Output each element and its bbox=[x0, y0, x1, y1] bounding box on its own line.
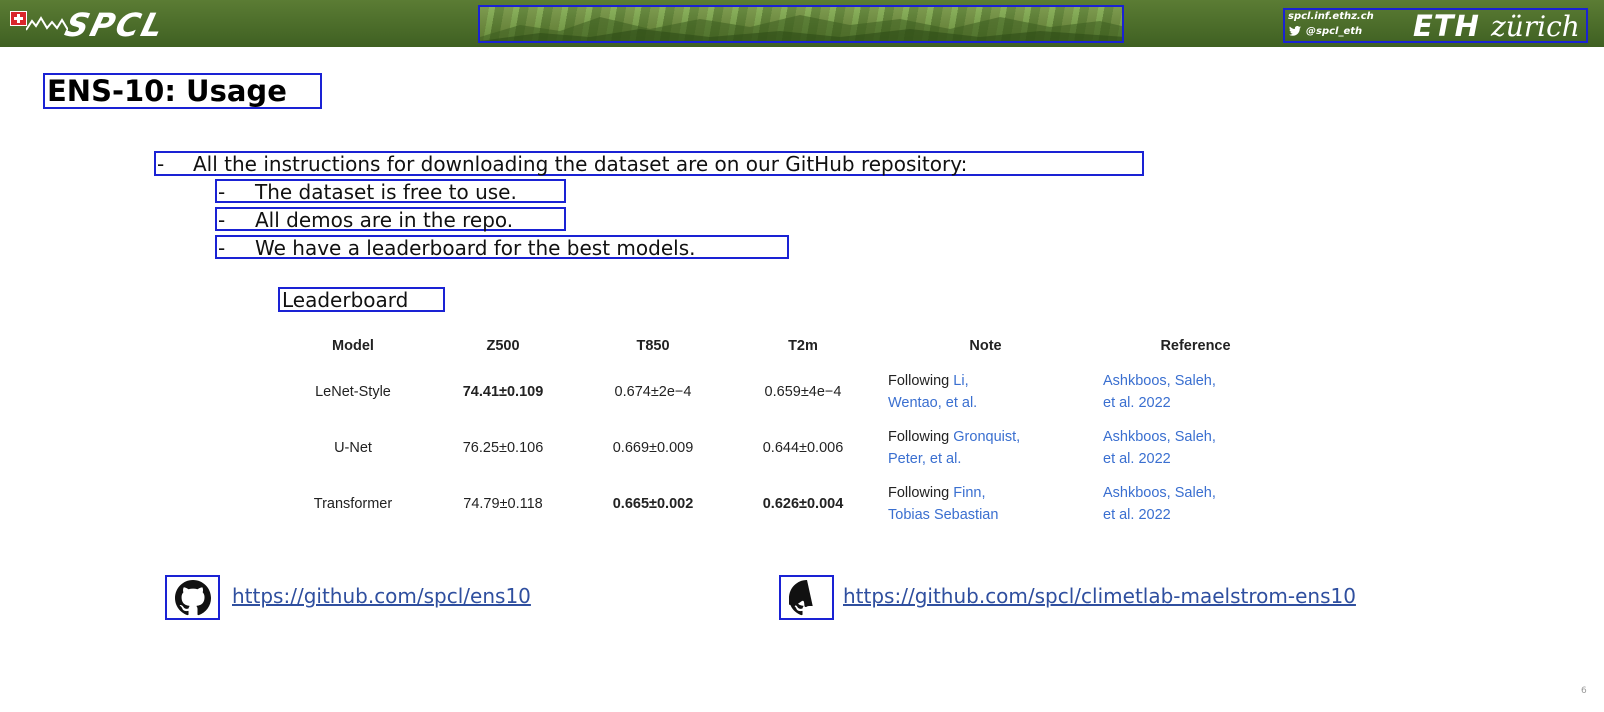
table-row: U-Net 76.25±0.106 0.669±0.009 0.644±0.00… bbox=[278, 420, 1298, 476]
model-cell: Transformer bbox=[313, 496, 393, 512]
reference-line2[interactable]: et al. 2022 bbox=[1103, 507, 1171, 523]
bullet-dash: - bbox=[218, 208, 226, 232]
note-link-line2[interactable]: Wentao, et al. bbox=[888, 395, 977, 411]
github-link-climetlab[interactable]: https://github.com/spcl/climetlab-maelst… bbox=[843, 584, 1356, 608]
note-link[interactable]: Li, bbox=[953, 373, 968, 389]
bullet-free-to-use: - The dataset is free to use. bbox=[215, 179, 566, 203]
leaderboard-table-container: Model Z500 T850 T2m Note Reference LeNet… bbox=[278, 328, 1458, 544]
bullet-dash: - bbox=[218, 236, 226, 260]
leaderboard-table: Model Z500 T850 T2m Note Reference LeNet… bbox=[278, 328, 1298, 532]
bullet-leaderboard: - We have a leaderboard for the best mod… bbox=[215, 235, 789, 259]
t2m-cell: 0.626±0.004 bbox=[762, 496, 844, 512]
swiss-flag-icon bbox=[10, 11, 27, 26]
note-prefix: Following bbox=[888, 373, 954, 389]
bullet-text: All demos are in the repo. bbox=[255, 208, 514, 232]
page-title: ENS-10: Usage bbox=[43, 73, 322, 109]
twitter-icon bbox=[1289, 26, 1301, 36]
reference-line1[interactable]: Ashkboos, Saleh, bbox=[1103, 373, 1216, 389]
z500-cell: 74.79±0.118 bbox=[463, 496, 543, 512]
column-header: Model bbox=[332, 338, 374, 354]
note-link-line2[interactable]: Peter, et al. bbox=[888, 451, 961, 467]
note-link[interactable]: Finn, bbox=[953, 485, 985, 501]
spcl-wordmark: SPCL bbox=[61, 6, 170, 44]
column-header: T2m bbox=[788, 338, 818, 354]
column-header: T850 bbox=[636, 338, 670, 354]
note-link-line2[interactable]: Tobias Sebastian bbox=[888, 507, 998, 523]
note-cell: Following Finn, Tobias Sebastian bbox=[878, 476, 1093, 532]
bullet-demos: - All demos are in the repo. bbox=[215, 207, 566, 231]
page-number: 6 bbox=[1581, 686, 1587, 696]
z500-cell: 76.25±0.106 bbox=[462, 440, 544, 456]
bullet-text: The dataset is free to use. bbox=[255, 180, 517, 204]
reference-cell[interactable]: Ashkboos, Saleh, et al. 2022 bbox=[1093, 364, 1298, 420]
bullet-dash: - bbox=[157, 152, 165, 176]
table-row: Transformer 74.79±0.118 0.665±0.002 0.62… bbox=[278, 476, 1298, 532]
z500-cell: 74.41±0.109 bbox=[462, 384, 544, 400]
eth-wordmark: ETH bbox=[1413, 9, 1480, 43]
mountains-icon bbox=[26, 16, 68, 31]
note-cell: Following Li, Wentao, et al. bbox=[878, 364, 1093, 420]
t850-cell: 0.669±0.009 bbox=[612, 440, 694, 456]
github-link-ens10[interactable]: https://github.com/spcl/ens10 bbox=[232, 584, 531, 608]
note-prefix: Following bbox=[888, 485, 954, 501]
header-bar: SPCL spcl.inf.ethz.ch @spcl_eth ETH züri… bbox=[0, 0, 1604, 47]
note-prefix: Following bbox=[888, 429, 954, 445]
table-row: LeNet-Style 74.41±0.109 0.674±2e−4 0.659… bbox=[278, 364, 1298, 420]
alps-banner-image bbox=[478, 5, 1124, 43]
bullet-dash: - bbox=[218, 180, 226, 204]
t2m-cell: 0.659±4e−4 bbox=[764, 384, 842, 400]
site-url[interactable]: spcl.inf.ethz.ch bbox=[1288, 11, 1374, 22]
spcl-logo[interactable]: SPCL bbox=[8, 6, 223, 44]
table-header-row: Model Z500 T850 T2m Note Reference bbox=[278, 328, 1298, 364]
column-header: Z500 bbox=[486, 338, 520, 354]
bullet-instructions: - All the instructions for downloading t… bbox=[154, 151, 1144, 176]
twitter-handle-text: @spcl_eth bbox=[1306, 26, 1363, 37]
reference-line1[interactable]: Ashkboos, Saleh, bbox=[1103, 429, 1216, 445]
note-cell: Following Gronquist, Peter, et al. bbox=[878, 420, 1093, 476]
reference-cell[interactable]: Ashkboos, Saleh, et al. 2022 bbox=[1093, 420, 1298, 476]
reference-line1[interactable]: Ashkboos, Saleh, bbox=[1103, 485, 1216, 501]
bullet-text: All the instructions for downloading the… bbox=[193, 152, 968, 176]
model-cell: U-Net bbox=[334, 440, 372, 456]
column-header: Note bbox=[969, 338, 1002, 354]
bullet-text: We have a leaderboard for the best model… bbox=[255, 236, 696, 260]
column-header: Reference bbox=[1160, 338, 1231, 354]
note-link[interactable]: Gronquist, bbox=[953, 429, 1020, 445]
t2m-cell: 0.644±0.006 bbox=[762, 440, 844, 456]
model-cell: LeNet-Style bbox=[315, 384, 391, 400]
t850-cell: 0.674±2e−4 bbox=[614, 384, 692, 400]
eth-zurich-logo[interactable]: spcl.inf.ethz.ch @spcl_eth ETH zürich bbox=[1283, 8, 1588, 43]
reference-cell[interactable]: Ashkboos, Saleh, et al. 2022 bbox=[1093, 476, 1298, 532]
reference-line2[interactable]: et al. 2022 bbox=[1103, 395, 1171, 411]
github-icon[interactable] bbox=[165, 575, 220, 620]
leaderboard-heading[interactable]: Leaderboard bbox=[278, 287, 445, 312]
zurich-wordmark: zürich bbox=[1491, 10, 1580, 43]
t850-cell: 0.665±0.002 bbox=[612, 496, 694, 512]
twitter-handle[interactable]: @spcl_eth bbox=[1288, 26, 1362, 37]
github-icon[interactable] bbox=[779, 575, 834, 620]
reference-line2[interactable]: et al. 2022 bbox=[1103, 451, 1171, 467]
